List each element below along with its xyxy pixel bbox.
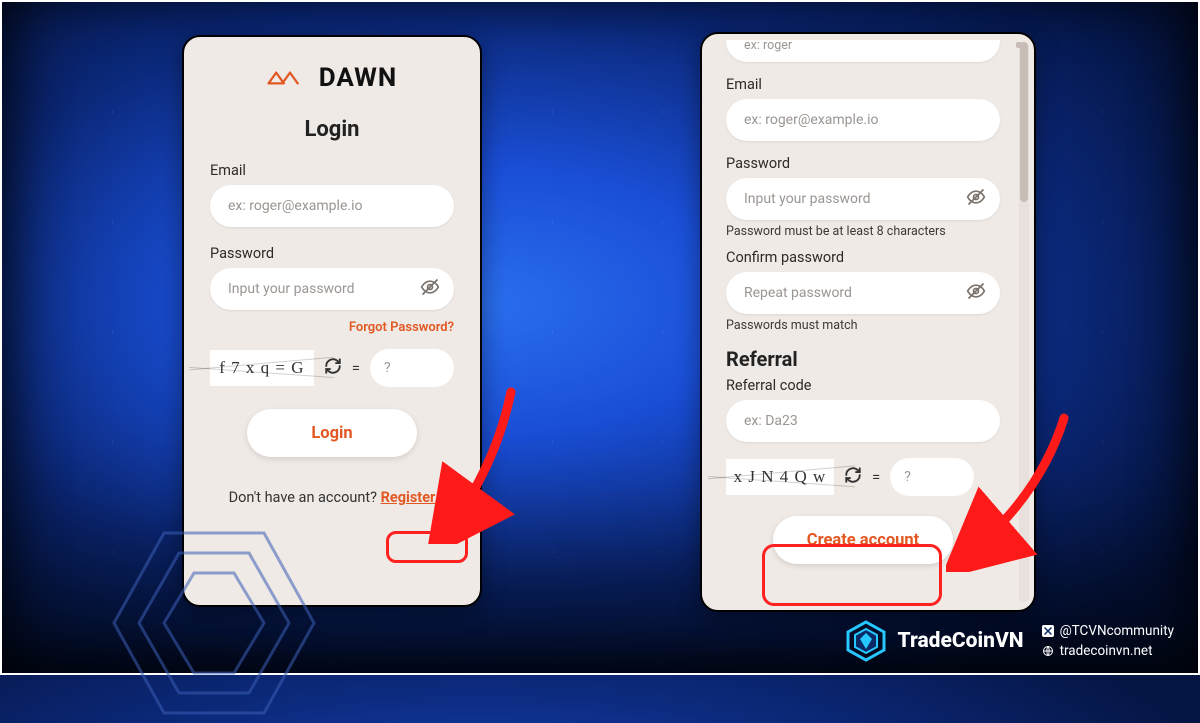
login-card: DAWN Login Email Password Forgot Passwor… <box>182 35 482 607</box>
captcha-row: x J N 4 Q w = <box>726 458 1000 496</box>
confirm-hint: Passwords must match <box>726 318 1000 333</box>
twitter-handle: @TCVNcommunity <box>1042 623 1174 639</box>
email-field[interactable] <box>726 99 1000 141</box>
eye-off-icon[interactable] <box>966 281 986 305</box>
login-button[interactable]: Login <box>247 409 417 457</box>
confirm-password-label: Confirm password <box>726 249 1000 266</box>
equals-sign: = <box>872 468 880 486</box>
footer-brand: TradeCoinVN <box>844 619 1024 663</box>
create-account-button[interactable]: Create account <box>773 516 953 564</box>
email-field[interactable] <box>210 185 454 227</box>
password-hint: Password must be at least 8 characters <box>726 224 1000 239</box>
signup-card: ex: roger Email Password Password must b… <box>700 32 1036 612</box>
equals-sign: = <box>352 359 360 377</box>
globe-icon <box>1042 645 1054 657</box>
decorative-hex-icon <box>104 523 324 723</box>
dawn-mark-icon <box>267 65 313 91</box>
captcha-image: f 7 x q = G <box>210 350 314 386</box>
tradecoinvn-logo-icon <box>844 619 888 663</box>
scrollbar[interactable] <box>1019 42 1029 602</box>
captcha-input[interactable] <box>890 458 974 496</box>
signup-prompt: Don't have an account? Register <box>210 489 454 506</box>
x-icon <box>1042 625 1054 637</box>
password-field[interactable] <box>210 268 454 310</box>
forgot-password-link[interactable]: Forgot Password? <box>210 320 454 335</box>
login-title: Login <box>210 117 454 142</box>
confirm-password-field[interactable] <box>726 272 1000 314</box>
register-link[interactable]: Register <box>381 489 436 506</box>
captcha-row: f 7 x q = G = <box>210 349 454 387</box>
name-field-peek: ex: roger <box>726 40 1000 62</box>
refresh-icon[interactable] <box>844 466 862 488</box>
footer-brand-text: TradeCoinVN <box>898 629 1024 653</box>
password-label: Password <box>726 155 1000 172</box>
referral-section-title: Referral <box>726 347 1000 371</box>
brand-name: DAWN <box>319 63 398 93</box>
email-label: Email <box>210 162 454 179</box>
captcha-input[interactable] <box>370 349 454 387</box>
website-url: tradecoinvn.net <box>1042 643 1174 659</box>
footer: TradeCoinVN @TCVNcommunity tradecoinvn.n… <box>844 619 1174 663</box>
email-label: Email <box>726 76 1000 93</box>
referral-label: Referral code <box>726 377 1000 394</box>
brand-logo: DAWN <box>210 63 454 93</box>
eye-off-icon[interactable] <box>966 187 986 211</box>
captcha-image: x J N 4 Q w <box>726 459 834 495</box>
referral-field[interactable] <box>726 400 1000 442</box>
password-field[interactable] <box>726 178 1000 220</box>
eye-off-icon[interactable] <box>420 277 440 301</box>
password-label: Password <box>210 245 454 262</box>
